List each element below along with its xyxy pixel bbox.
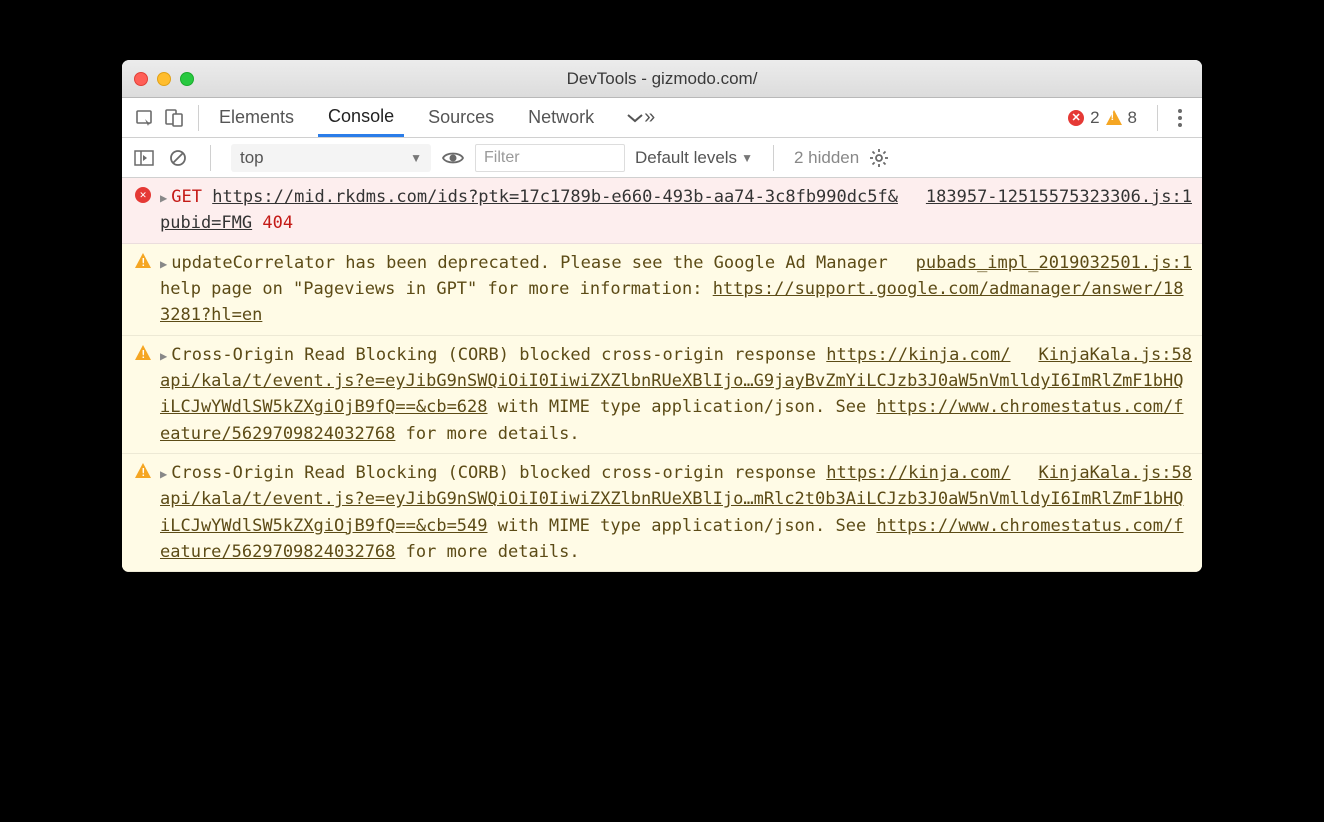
console-message-error: ✕ 183957-12515575323306.js:1 ▶GET https:… bbox=[122, 178, 1202, 244]
live-expression-icon[interactable] bbox=[441, 150, 465, 166]
warning-icon bbox=[135, 253, 151, 268]
source-link[interactable]: KinjaKala.js:58 bbox=[1038, 460, 1192, 486]
message-text: Cross-Origin Read Blocking (CORB) blocke… bbox=[171, 345, 826, 365]
warning-icon bbox=[135, 463, 151, 478]
hidden-messages-count[interactable]: 2 hidden bbox=[794, 148, 859, 168]
error-count: 2 bbox=[1090, 108, 1099, 128]
chevron-down-icon: ▼ bbox=[741, 151, 753, 165]
traffic-lights bbox=[134, 72, 194, 86]
http-method: GET bbox=[171, 187, 202, 207]
disclosure-triangle-icon[interactable]: ▶ bbox=[160, 349, 167, 363]
tab-elements[interactable]: Elements bbox=[209, 98, 304, 137]
console-messages: ✕ 183957-12515575323306.js:1 ▶GET https:… bbox=[122, 178, 1202, 572]
console-settings-icon[interactable] bbox=[869, 148, 889, 168]
warning-icon bbox=[135, 345, 151, 360]
inspect-element-icon[interactable] bbox=[132, 108, 160, 128]
message-text: for more details. bbox=[395, 542, 579, 562]
tab-console[interactable]: Console bbox=[318, 98, 404, 137]
console-filterbar: top ▼ Default levels ▼ 2 hidden bbox=[122, 138, 1202, 178]
devtools-toolbar: Elements Console Sources Network » ✕ 2 8 bbox=[122, 98, 1202, 138]
more-options-button[interactable] bbox=[1168, 109, 1192, 127]
message-text: with MIME type application/json. See bbox=[488, 397, 877, 417]
source-link[interactable]: KinjaKala.js:58 bbox=[1038, 342, 1192, 368]
disclosure-triangle-icon[interactable]: ▶ bbox=[160, 257, 167, 271]
disclosure-triangle-icon[interactable]: ▶ bbox=[160, 467, 167, 481]
devtools-window: DevTools - gizmodo.com/ Elements Console… bbox=[122, 60, 1202, 572]
minimize-window-button[interactable] bbox=[157, 72, 171, 86]
message-text: with MIME type application/json. See bbox=[488, 516, 877, 536]
sidebar-toggle-icon[interactable] bbox=[132, 150, 156, 166]
error-icon: ✕ bbox=[135, 187, 151, 203]
clear-console-icon[interactable] bbox=[166, 148, 190, 168]
execution-context-selector[interactable]: top ▼ bbox=[231, 144, 431, 172]
window-title: DevTools - gizmodo.com/ bbox=[122, 69, 1202, 89]
titlebar[interactable]: DevTools - gizmodo.com/ bbox=[122, 60, 1202, 98]
close-window-button[interactable] bbox=[134, 72, 148, 86]
toolbar-divider bbox=[1157, 105, 1158, 131]
message-text: Cross-Origin Read Blocking (CORB) blocke… bbox=[171, 463, 826, 483]
levels-label: Default levels bbox=[635, 148, 737, 168]
error-icon: ✕ bbox=[1068, 110, 1084, 126]
filter-input[interactable] bbox=[475, 144, 625, 172]
log-levels-selector[interactable]: Default levels ▼ bbox=[635, 148, 753, 168]
error-warning-counts[interactable]: ✕ 2 8 bbox=[1068, 108, 1137, 128]
source-link[interactable]: pubads_impl_2019032501.js:1 bbox=[916, 250, 1192, 276]
console-message-warning: KinjaKala.js:58 ▶ Cross-Origin Read Block… bbox=[122, 336, 1202, 454]
device-toggle-icon[interactable] bbox=[160, 108, 188, 128]
context-label: top bbox=[240, 148, 264, 168]
console-message-warning: KinjaKala.js:58 ▶ Cross-Origin Read Block… bbox=[122, 454, 1202, 572]
warning-icon bbox=[1106, 110, 1122, 125]
console-message-warning: pubads_impl_2019032501.js:1 ▶updateCorre… bbox=[122, 244, 1202, 336]
zoom-window-button[interactable] bbox=[180, 72, 194, 86]
devtools-tabs: Elements Console Sources Network » bbox=[209, 98, 663, 137]
http-status: 404 bbox=[262, 213, 293, 233]
chevron-down-icon: ▼ bbox=[410, 151, 422, 165]
disclosure-triangle-icon[interactable]: ▶ bbox=[160, 191, 167, 205]
toolbar-divider bbox=[198, 105, 199, 131]
source-link[interactable]: 183957-12515575323306.js:1 bbox=[926, 184, 1192, 210]
filterbar-divider bbox=[210, 145, 211, 171]
message-text: for more details. bbox=[395, 424, 579, 444]
filterbar-divider bbox=[773, 145, 774, 171]
tab-sources[interactable]: Sources bbox=[418, 98, 504, 137]
warning-count: 8 bbox=[1128, 108, 1137, 128]
tab-network[interactable]: Network bbox=[518, 98, 604, 137]
more-tabs-button[interactable]: » bbox=[618, 98, 663, 137]
